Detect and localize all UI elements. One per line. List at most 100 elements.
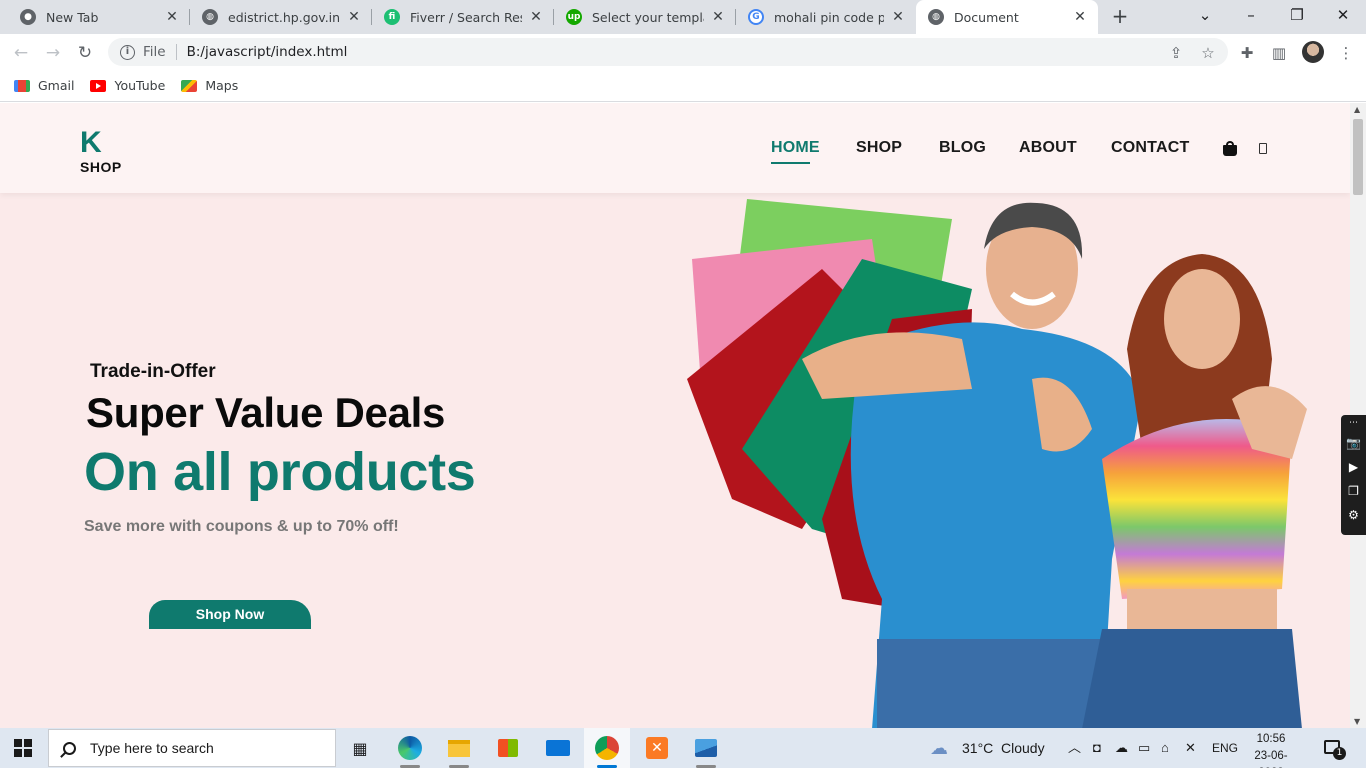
taskbar-clock[interactable]: 10:56 23-06-2023 [1242, 731, 1300, 768]
star-icon[interactable]: ☆ [1198, 43, 1218, 63]
hero-title: Super Value Deals [86, 389, 446, 436]
scrollbar-thumb[interactable] [1353, 119, 1363, 195]
menu-icon[interactable]: ⋮ [1336, 43, 1356, 63]
weather-condition[interactable]: Cloudy [1001, 728, 1045, 768]
weather-temp[interactable]: 31°C [962, 728, 993, 768]
widget-handle-icon[interactable]: ⋯ [1341, 415, 1366, 431]
tab-new-tab[interactable]: ● New Tab ✕ [8, 0, 190, 34]
logo-text: SHOP [80, 159, 122, 175]
close-icon[interactable]: ✕ [528, 9, 544, 25]
search-icon [63, 741, 76, 755]
tab-google-search[interactable]: G mohali pin code punja ✕ [736, 0, 916, 34]
address-bar[interactable]: i File B:/javascript/index.html [108, 38, 1228, 66]
globe-icon: ◍ [202, 9, 218, 25]
volume-muted-icon[interactable]: ✕ [1185, 728, 1196, 768]
notification-badge: 1 [1333, 747, 1346, 760]
bookmark-label: YouTube [114, 78, 166, 93]
close-window-button[interactable]: ✕ [1320, 0, 1366, 30]
mobile-menu-icon[interactable] [1259, 143, 1267, 154]
profile-avatar[interactable] [1302, 41, 1324, 63]
onedrive-icon[interactable]: ☁ [1115, 728, 1128, 768]
nav-shop[interactable]: SHOP [856, 139, 902, 157]
site-logo[interactable]: K SHOP [80, 127, 122, 176]
bookmark-maps[interactable]: Maps [181, 78, 238, 93]
close-icon[interactable]: ✕ [1072, 9, 1088, 25]
network-icon[interactable]: ⌂ [1161, 728, 1169, 768]
nav-blog[interactable]: BLOG [939, 139, 986, 157]
google-icon: G [748, 9, 764, 25]
edge-icon[interactable] [396, 734, 424, 768]
url-text[interactable]: B:/javascript/index.html [187, 44, 348, 60]
tab-search-icon[interactable]: ⌄ [1182, 0, 1228, 30]
close-icon[interactable]: ✕ [890, 9, 906, 25]
nav-home[interactable]: HOME [771, 139, 820, 164]
language-indicator[interactable]: ENG [1212, 728, 1238, 768]
back-icon[interactable]: ← [8, 40, 34, 66]
microsoft-store-icon[interactable] [494, 734, 522, 762]
xampp-icon[interactable]: ✕ [643, 734, 671, 762]
woman-face [1164, 269, 1240, 369]
share-icon[interactable]: ⇪ [1166, 43, 1186, 63]
forward-icon[interactable]: → [40, 40, 66, 66]
side-panel-icon[interactable]: ▥ [1269, 43, 1289, 63]
notification-center-icon[interactable]: 1 [1324, 740, 1346, 760]
weather-cloud-icon[interactable]: ☁ [930, 728, 948, 768]
bookmark-label: Maps [205, 78, 239, 93]
battery-icon[interactable]: ▭ [1138, 728, 1150, 768]
scroll-up-icon[interactable]: ▲ [1354, 105, 1360, 114]
meet-now-icon[interactable]: ◘ [1093, 728, 1101, 768]
task-view-icon[interactable]: ▦ [346, 734, 374, 762]
clock-date: 23-06-2023 [1254, 750, 1288, 768]
scroll-down-icon[interactable]: ▼ [1354, 717, 1360, 726]
close-icon[interactable]: ✕ [710, 9, 726, 25]
clock-time: 10:56 [1256, 733, 1286, 745]
tab-fiverr[interactable]: fi Fiverr / Search Results ✕ [372, 0, 554, 34]
browser-toolbar: ← → ↻ i File B:/javascript/index.html ⇪ … [0, 34, 1366, 70]
info-icon[interactable]: i [120, 44, 135, 60]
reload-icon[interactable]: ↻ [72, 40, 98, 66]
page-viewport: K SHOP HOME SHOP BLOG ABOUT CONTACT Trad… [0, 103, 1350, 728]
shop-now-button[interactable]: Shop Now [149, 600, 311, 629]
tab-label: New Tab [46, 9, 99, 25]
windows-icon[interactable]: ❐ [1341, 479, 1366, 503]
hero-highlight: On all products [84, 442, 476, 502]
bookmark-youtube[interactable]: YouTube [90, 78, 165, 93]
bookmark-label: Gmail [38, 78, 75, 93]
tab-label: mohali pin code punja [774, 9, 884, 25]
windows-taskbar: Type here to search ▦ ✕ ☁ 31°C Cloudy ︿ … [0, 728, 1366, 768]
tab-strip: ● New Tab ✕ ◍ edistrict.hp.gov.in:844 ✕ … [0, 0, 1366, 34]
hero-description: Save more with coupons & up to 70% off! [84, 518, 399, 535]
tab-label: Select your template [592, 9, 704, 25]
tab-upwork[interactable]: up Select your template ✕ [554, 0, 736, 34]
chrome-icon: ● [20, 9, 36, 25]
upwork-icon: up [566, 9, 582, 25]
windows-start-icon[interactable] [14, 739, 32, 757]
tab-label: edistrict.hp.gov.in:844 [228, 9, 340, 25]
chrome-taskbar-icon[interactable] [584, 728, 630, 768]
restore-button[interactable]: ❐ [1274, 0, 1320, 30]
show-hidden-icons-icon[interactable]: ︿ [1068, 728, 1081, 768]
maps-icon [181, 79, 198, 92]
video-icon[interactable]: ▶ [1341, 455, 1366, 479]
nav-contact[interactable]: CONTACT [1111, 139, 1189, 157]
bookmarks-bar: Gmail YouTube Maps [0, 70, 1366, 102]
tab-edistrict[interactable]: ◍ edistrict.hp.gov.in:844 ✕ [190, 0, 372, 34]
close-icon[interactable]: ✕ [346, 9, 362, 25]
tab-document[interactable]: ◍ Document ✕ [916, 0, 1098, 34]
taskbar-search-input[interactable]: Type here to search [48, 729, 336, 767]
hero-image [687, 199, 1307, 728]
close-icon[interactable]: ✕ [164, 9, 180, 25]
settings-icon[interactable]: ⚙ [1341, 503, 1366, 527]
bookmark-gmail[interactable]: Gmail [14, 78, 74, 93]
mail-icon[interactable] [544, 734, 572, 762]
extensions-icon[interactable]: ✚ [1237, 43, 1257, 63]
shopping-bag-icon[interactable] [1223, 141, 1237, 156]
new-tab-button[interactable]: + [1108, 5, 1132, 29]
photos-icon[interactable] [692, 734, 720, 768]
site-header: K SHOP HOME SHOP BLOG ABOUT CONTACT [0, 103, 1350, 193]
nav-about[interactable]: ABOUT [1019, 139, 1077, 157]
tab-label: Fiverr / Search Results [410, 9, 522, 25]
camera-icon[interactable]: 📷 [1341, 431, 1366, 455]
file-explorer-icon[interactable] [445, 734, 473, 768]
minimize-button[interactable]: – [1228, 0, 1274, 30]
